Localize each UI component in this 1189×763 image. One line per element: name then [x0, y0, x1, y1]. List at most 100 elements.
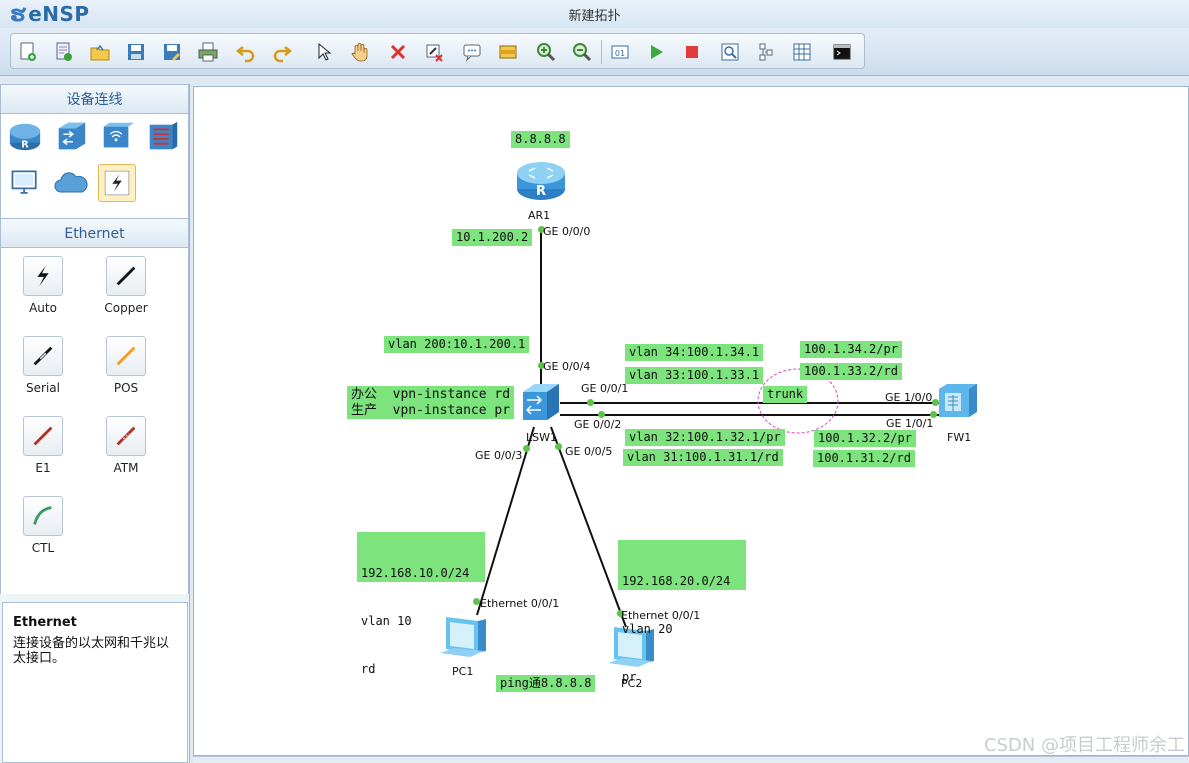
palette-icon[interactable] [495, 39, 521, 65]
left-panel: 设备连线 R Ethernet Auto Copper Serial POS E… [0, 84, 190, 763]
label-vlan200: vlan 200:10.1.200.1 [384, 336, 530, 353]
pc-icon[interactable] [6, 164, 44, 202]
label-ping: ping通8.8.8.8 [496, 675, 596, 692]
text-annotation-icon[interactable] [459, 39, 485, 65]
label-line: rd [361, 662, 376, 676]
svg-text:R: R [21, 139, 29, 150]
wlan-icon[interactable] [98, 118, 136, 156]
port-label: GE 0/0/0 [543, 225, 591, 238]
cable-serial[interactable]: Serial [13, 336, 73, 395]
undo-icon[interactable] [233, 39, 259, 65]
horizontal-scrollbar[interactable] [193, 756, 1189, 763]
select-pointer-icon[interactable] [311, 39, 337, 65]
router-icon[interactable]: R [6, 118, 44, 156]
save-icon[interactable] [123, 39, 149, 65]
label-vlan33: vlan 33:100.1.33.1 [625, 367, 764, 384]
port-label: GE 0/0/3 [475, 449, 523, 462]
port-dot [598, 411, 605, 418]
topology-canvas[interactable]: R AR1 LSW1 FW1 PC1 PC2 GE 0/0/0 GE 0/0/4… [193, 86, 1189, 756]
switch-icon[interactable] [52, 118, 90, 156]
grid-icon[interactable] [789, 39, 815, 65]
label-line: pr [622, 670, 637, 684]
toolbar: 01 [0, 28, 1189, 76]
window-title: 新建拓扑 [568, 9, 621, 24]
port-dot [523, 445, 530, 452]
serial-cable-icon [23, 336, 63, 376]
zoom-in-icon[interactable] [533, 39, 559, 65]
firewall-fw1[interactable] [935, 381, 981, 427]
label-ar1-ip: 10.1.200.2 [452, 229, 533, 246]
cable-e1[interactable]: E1 [13, 416, 73, 475]
cable-copper[interactable]: Copper [96, 256, 156, 315]
ctl-cable-icon [23, 496, 63, 536]
redo-icon[interactable] [269, 39, 295, 65]
description-box: Ethernet 连接设备的以太网和千兆以太接口。 [2, 602, 188, 763]
cable-label: Auto [29, 301, 57, 315]
device-palette: R [0, 114, 189, 218]
label-pc2-network: 192.168.20.0/24 vlan 20 pr [618, 540, 746, 684]
capture-icon[interactable] [717, 39, 743, 65]
atm-cable-icon [106, 416, 146, 456]
label-fw-32: 100.1.32.2/pr [814, 430, 916, 447]
firewall-icon[interactable] [144, 118, 182, 156]
cloud-icon[interactable] [52, 164, 90, 202]
switch-icon [523, 384, 559, 420]
svg-text:01: 01 [615, 49, 625, 58]
label-fw-33: 100.1.33.2/rd [800, 363, 902, 380]
cable-label: Serial [26, 381, 60, 395]
new-test-icon[interactable] [51, 39, 77, 65]
open-icon[interactable] [87, 39, 113, 65]
device-name-fw1: FW1 [947, 431, 972, 444]
label-line: 192.168.10.0/24 [361, 566, 470, 580]
print-icon[interactable] [195, 39, 221, 65]
port-dot [587, 399, 594, 406]
ethernet-header: Ethernet [0, 218, 189, 248]
pan-hand-icon[interactable] [347, 39, 373, 65]
router-icon: R [517, 162, 565, 200]
delete-link-icon[interactable] [421, 39, 447, 65]
port-label: GE 0/0/4 [543, 360, 591, 373]
label-fw-34: 100.1.34.2/pr [800, 341, 902, 358]
port-label: GE 1/0/1 [886, 417, 934, 430]
router-ar1[interactable]: R [515, 157, 567, 207]
port-dot [555, 443, 562, 450]
terminal-icon[interactable] [829, 39, 855, 65]
cable-label: CTL [31, 541, 55, 555]
device-name-lsw1: LSW1 [526, 431, 557, 444]
cable-pos[interactable]: POS [96, 336, 156, 395]
toolbar-group: 01 [10, 33, 865, 69]
group-icon[interactable] [753, 39, 779, 65]
copper-cable-icon [106, 256, 146, 296]
firewall-icon [939, 384, 977, 417]
description-text: 连接设备的以太网和千兆以太接口。 [13, 636, 170, 666]
label-trunk: trunk [763, 386, 808, 403]
devices-header: 设备连线 [0, 84, 189, 114]
stop-device-icon[interactable] [679, 39, 705, 65]
label-line: vlan 10 [361, 614, 412, 628]
label-vlan32: vlan 32:100.1.32.1/pr [625, 429, 785, 446]
cable-auto[interactable]: Auto [13, 256, 73, 315]
svg-text:R: R [536, 184, 546, 199]
pos-cable-icon [106, 336, 146, 376]
label-line: vlan 20 [622, 622, 673, 636]
port-label: GE 0/0/1 [581, 382, 629, 395]
new-topology-icon[interactable] [15, 39, 41, 65]
e1-cable-icon [23, 416, 63, 456]
cable-label: E1 [35, 461, 51, 475]
cable-ctl[interactable]: CTL [13, 496, 73, 555]
cable-label: Copper [104, 301, 148, 315]
label-line: 192.168.20.0/24 [622, 574, 731, 588]
cable-atm[interactable]: ATM [96, 416, 156, 475]
description-title: Ethernet [13, 615, 77, 630]
save-as-icon[interactable] [159, 39, 185, 65]
start-device-icon[interactable] [643, 39, 669, 65]
zoom-out-icon[interactable] [569, 39, 595, 65]
label-pc1-network: 192.168.10.0/24 vlan 10 rd [357, 532, 485, 676]
connection-icon[interactable] [98, 164, 136, 202]
auto-cable-icon [23, 256, 63, 296]
delete-icon[interactable] [385, 39, 411, 65]
label-loopback: 8.8.8.8 [511, 131, 570, 148]
switch-lsw1[interactable] [519, 380, 563, 428]
label-vlan31: vlan 31:100.1.31.1/rd [623, 449, 783, 466]
topo-view-icon[interactable]: 01 [607, 39, 633, 65]
